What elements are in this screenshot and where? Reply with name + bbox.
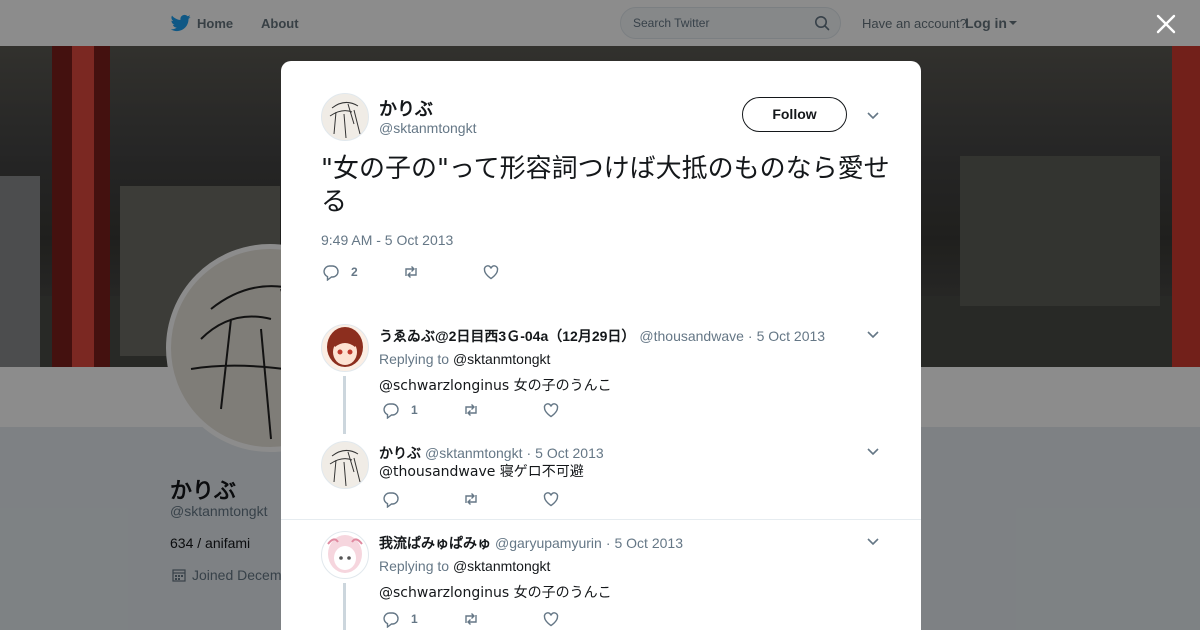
reply-author-name[interactable]: 我流ぱみゅぱみゅ xyxy=(379,535,491,551)
reply-icon[interactable] xyxy=(382,610,400,629)
replying-to-label: Replying to xyxy=(379,351,450,367)
reply-date[interactable]: 5 Oct 2013 xyxy=(535,445,604,461)
reply-author-name[interactable]: うゑゐぶ@2日目西3Ｇ-04a（12月29日） xyxy=(379,328,635,344)
chevron-down-icon[interactable] xyxy=(866,537,880,547)
reply-author-handle[interactable]: @garyupamyurin xyxy=(495,535,602,551)
separator-dot: · xyxy=(747,328,753,344)
separator-dot: · xyxy=(605,535,611,551)
reply-date[interactable]: 5 Oct 2013 xyxy=(757,328,826,344)
reply-author-name[interactable]: かりぶ xyxy=(379,445,421,461)
thread-line xyxy=(343,583,346,630)
reply-action[interactable]: 2 xyxy=(322,263,358,283)
reply-text: @thousandwave 寝ゲロ不可避 xyxy=(379,464,584,480)
avatar-sketch xyxy=(329,450,361,487)
tweet-timestamp[interactable]: 9:49 AM - 5 Oct 2013 xyxy=(321,232,453,248)
reply-icon[interactable] xyxy=(322,263,340,282)
chevron-down-icon[interactable] xyxy=(866,111,880,121)
reply-text: @schwarzlonginus 女の子のうんこ xyxy=(379,585,612,601)
reply-avatar[interactable] xyxy=(321,441,369,489)
retweet-icon[interactable] xyxy=(402,263,420,281)
reply-icon[interactable] xyxy=(382,490,400,509)
replying-to-handle[interactable]: @sktanmtongkt xyxy=(453,558,550,574)
reply-avatar[interactable] xyxy=(321,324,369,372)
replying-to-label: Replying to xyxy=(379,558,450,574)
reply-action[interactable]: 1 xyxy=(382,401,418,421)
reply-header: うゑゐぶ@2日目西3Ｇ-04a（12月29日） @thousandwave · 5 O… xyxy=(379,326,825,346)
replying-to: Replying to @sktanmtongkt xyxy=(379,351,550,367)
replying-to: Replying to @sktanmtongkt xyxy=(379,558,550,574)
like-icon[interactable] xyxy=(542,610,560,628)
retweet-icon[interactable] xyxy=(462,610,480,628)
reply-text: @schwarzlonginus 女の子のうんこ xyxy=(379,378,612,394)
retweet-icon[interactable] xyxy=(462,490,480,508)
tweet-author-avatar[interactable] xyxy=(321,93,369,141)
reply-count: 1 xyxy=(411,612,418,626)
retweet-action[interactable] xyxy=(402,263,420,283)
thread-divider xyxy=(281,519,921,520)
like-action[interactable] xyxy=(542,610,560,630)
avatar-sketch xyxy=(329,102,361,139)
retweet-action[interactable] xyxy=(462,610,480,630)
like-icon[interactable] xyxy=(542,490,560,508)
thread-line xyxy=(343,376,346,434)
tweet-author-name[interactable]: かりぶ xyxy=(379,95,433,121)
avatar-anime-girl xyxy=(327,535,363,573)
reply-icon[interactable] xyxy=(382,401,400,420)
like-action[interactable] xyxy=(482,263,500,283)
reply-count: 2 xyxy=(351,265,358,279)
avatar-anime-girl xyxy=(327,327,363,367)
like-action[interactable] xyxy=(542,490,560,510)
reply-header: 我流ぱみゅぱみゅ @garyupamyurin · 5 Oct 2013 xyxy=(379,533,683,553)
retweet-icon[interactable] xyxy=(462,401,480,419)
chevron-down-icon[interactable] xyxy=(866,447,880,457)
tweet-modal: かりぶ @sktanmtongkt Follow "女の子の"って形容詞つけば大… xyxy=(281,61,921,630)
retweet-action[interactable] xyxy=(462,401,480,421)
reply-author-handle[interactable]: @sktanmtongkt xyxy=(425,445,522,461)
tweet-text: "女の子の"って形容詞つけば大抵のものなら愛せる xyxy=(321,154,890,217)
like-action[interactable] xyxy=(542,401,560,421)
reply-author-handle[interactable]: @thousandwave xyxy=(639,328,744,344)
like-icon[interactable] xyxy=(482,263,500,281)
follow-button[interactable]: Follow xyxy=(742,97,847,132)
replying-to-handle[interactable]: @sktanmtongkt xyxy=(453,351,550,367)
reply-count: 1 xyxy=(411,403,418,417)
retweet-action[interactable] xyxy=(462,490,480,510)
close-icon[interactable] xyxy=(1154,12,1178,36)
reply-header: かりぶ @sktanmtongkt · 5 Oct 2013 xyxy=(379,443,604,463)
tweet-author-handle[interactable]: @sktanmtongkt xyxy=(379,120,476,136)
reply-date[interactable]: 5 Oct 2013 xyxy=(614,535,683,551)
reply-avatar[interactable] xyxy=(321,531,369,579)
reply-action[interactable]: 1 xyxy=(382,610,418,630)
reply-action[interactable] xyxy=(382,490,400,510)
like-icon[interactable] xyxy=(542,401,560,419)
chevron-down-icon[interactable] xyxy=(866,330,880,340)
separator-dot: · xyxy=(526,445,532,461)
